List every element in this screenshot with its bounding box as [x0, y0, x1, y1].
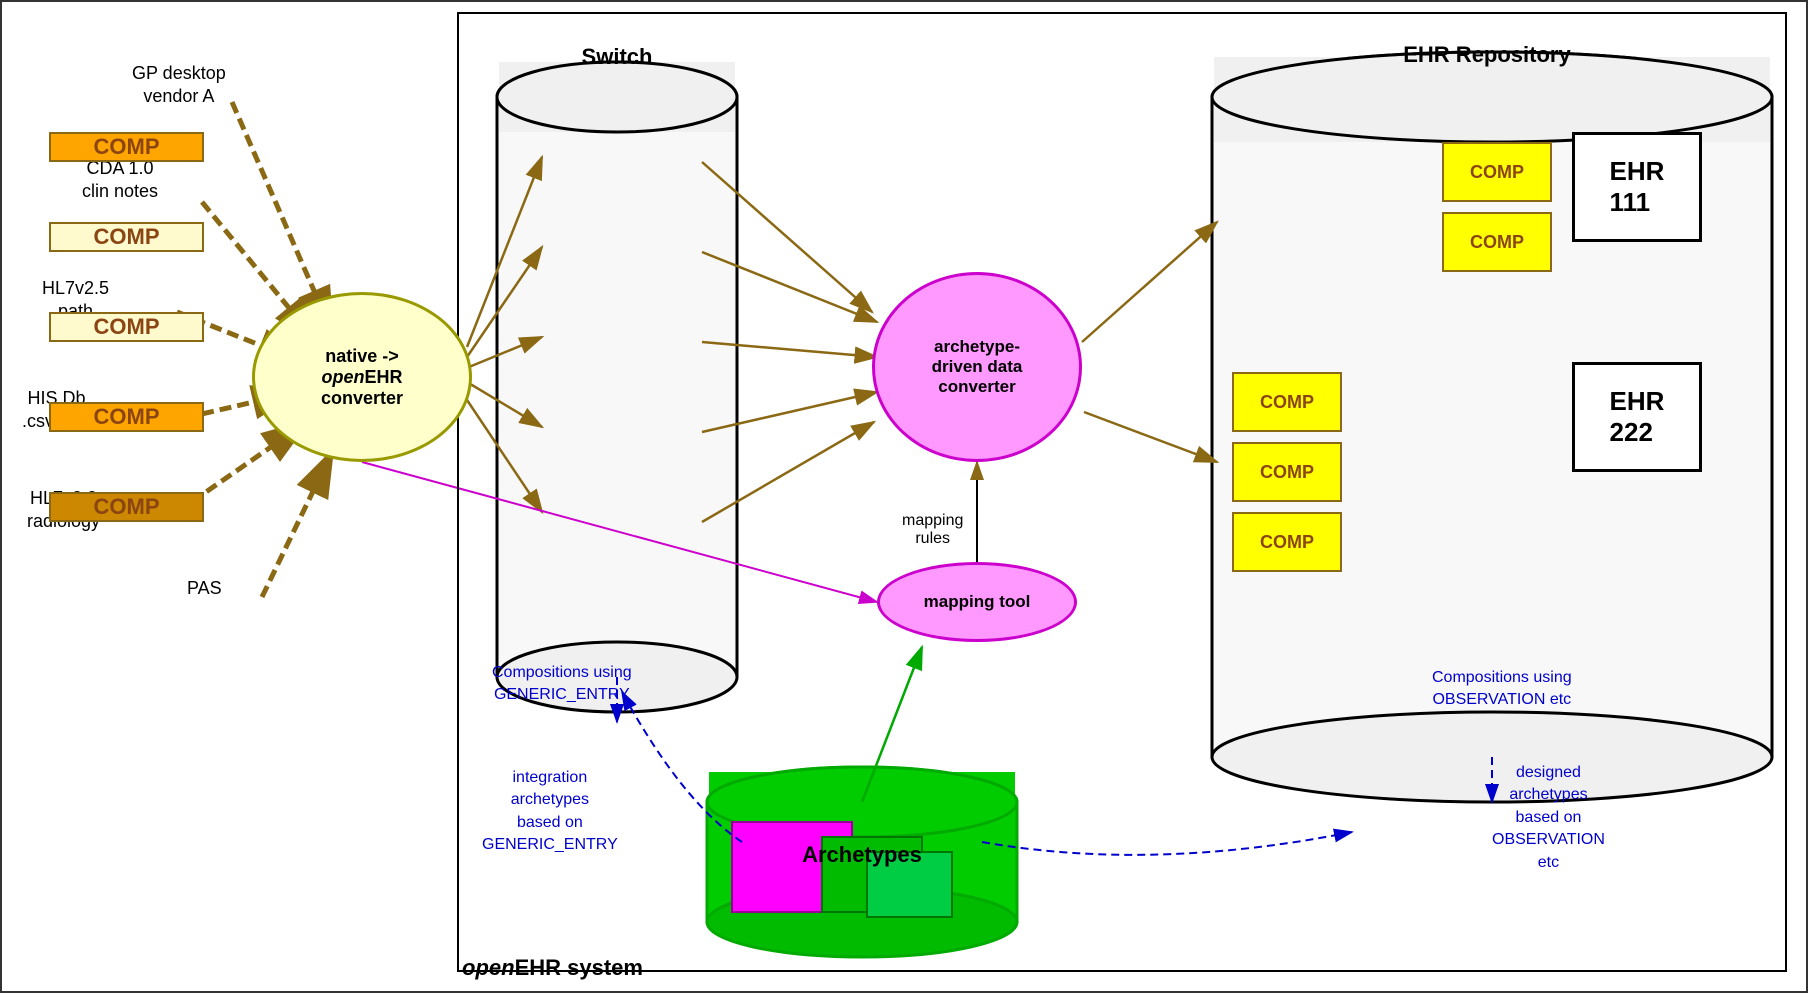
switch-title: Switch [492, 44, 742, 70]
ehr-222-box: EHR222 [1572, 362, 1702, 472]
ehr-111-box: EHR111 [1572, 132, 1702, 242]
mapping-tool: mapping tool [877, 562, 1077, 642]
ehr-222-comp-1: COMP [1232, 372, 1342, 432]
integration-archetypes-label: integrationarchetypesbased onGENERIC_ENT… [482, 767, 618, 857]
switch-comp-2: COMP [49, 222, 204, 252]
ehr-111-comp-1: COMP [1442, 142, 1552, 202]
ehr-222-comp-2: COMP [1232, 442, 1342, 502]
ehr-222-comp-3: COMP [1232, 512, 1342, 572]
diagram-container: GP desktopvendor A CDA 1.0clin notes HL7… [0, 0, 1808, 993]
label-pas: PAS [187, 577, 222, 600]
ehr-repo-title: EHR Repository [1202, 42, 1772, 68]
switch-comp-4: COMP [49, 402, 204, 432]
native-converter: native ->openEHRconverter [252, 292, 472, 462]
switch-comp-3: COMP [49, 312, 204, 342]
mapping-rules-label: mappingrules [902, 512, 963, 548]
native-converter-text: native ->openEHRconverter [321, 346, 403, 408]
switch-comp-1: COMP [49, 132, 204, 162]
archetypes-label: Archetypes [762, 842, 962, 868]
ehr-111-comp-2: COMP [1442, 212, 1552, 272]
label-cda: CDA 1.0clin notes [82, 157, 158, 204]
compositions-generic-label: Compositions usingGENERIC_ENTRY [492, 662, 632, 707]
openehr-system-label: openEHR system [462, 955, 643, 981]
designed-archetypes-label: designedarchetypesbased onOBSERVATIONetc [1492, 762, 1605, 874]
switch-comp-5: COMP [49, 492, 204, 522]
label-gp-desktop: GP desktopvendor A [132, 62, 226, 109]
archetype-converter: archetype-driven dataconverter [872, 272, 1082, 462]
compositions-observation-label: Compositions usingOBSERVATION etc [1432, 667, 1572, 712]
